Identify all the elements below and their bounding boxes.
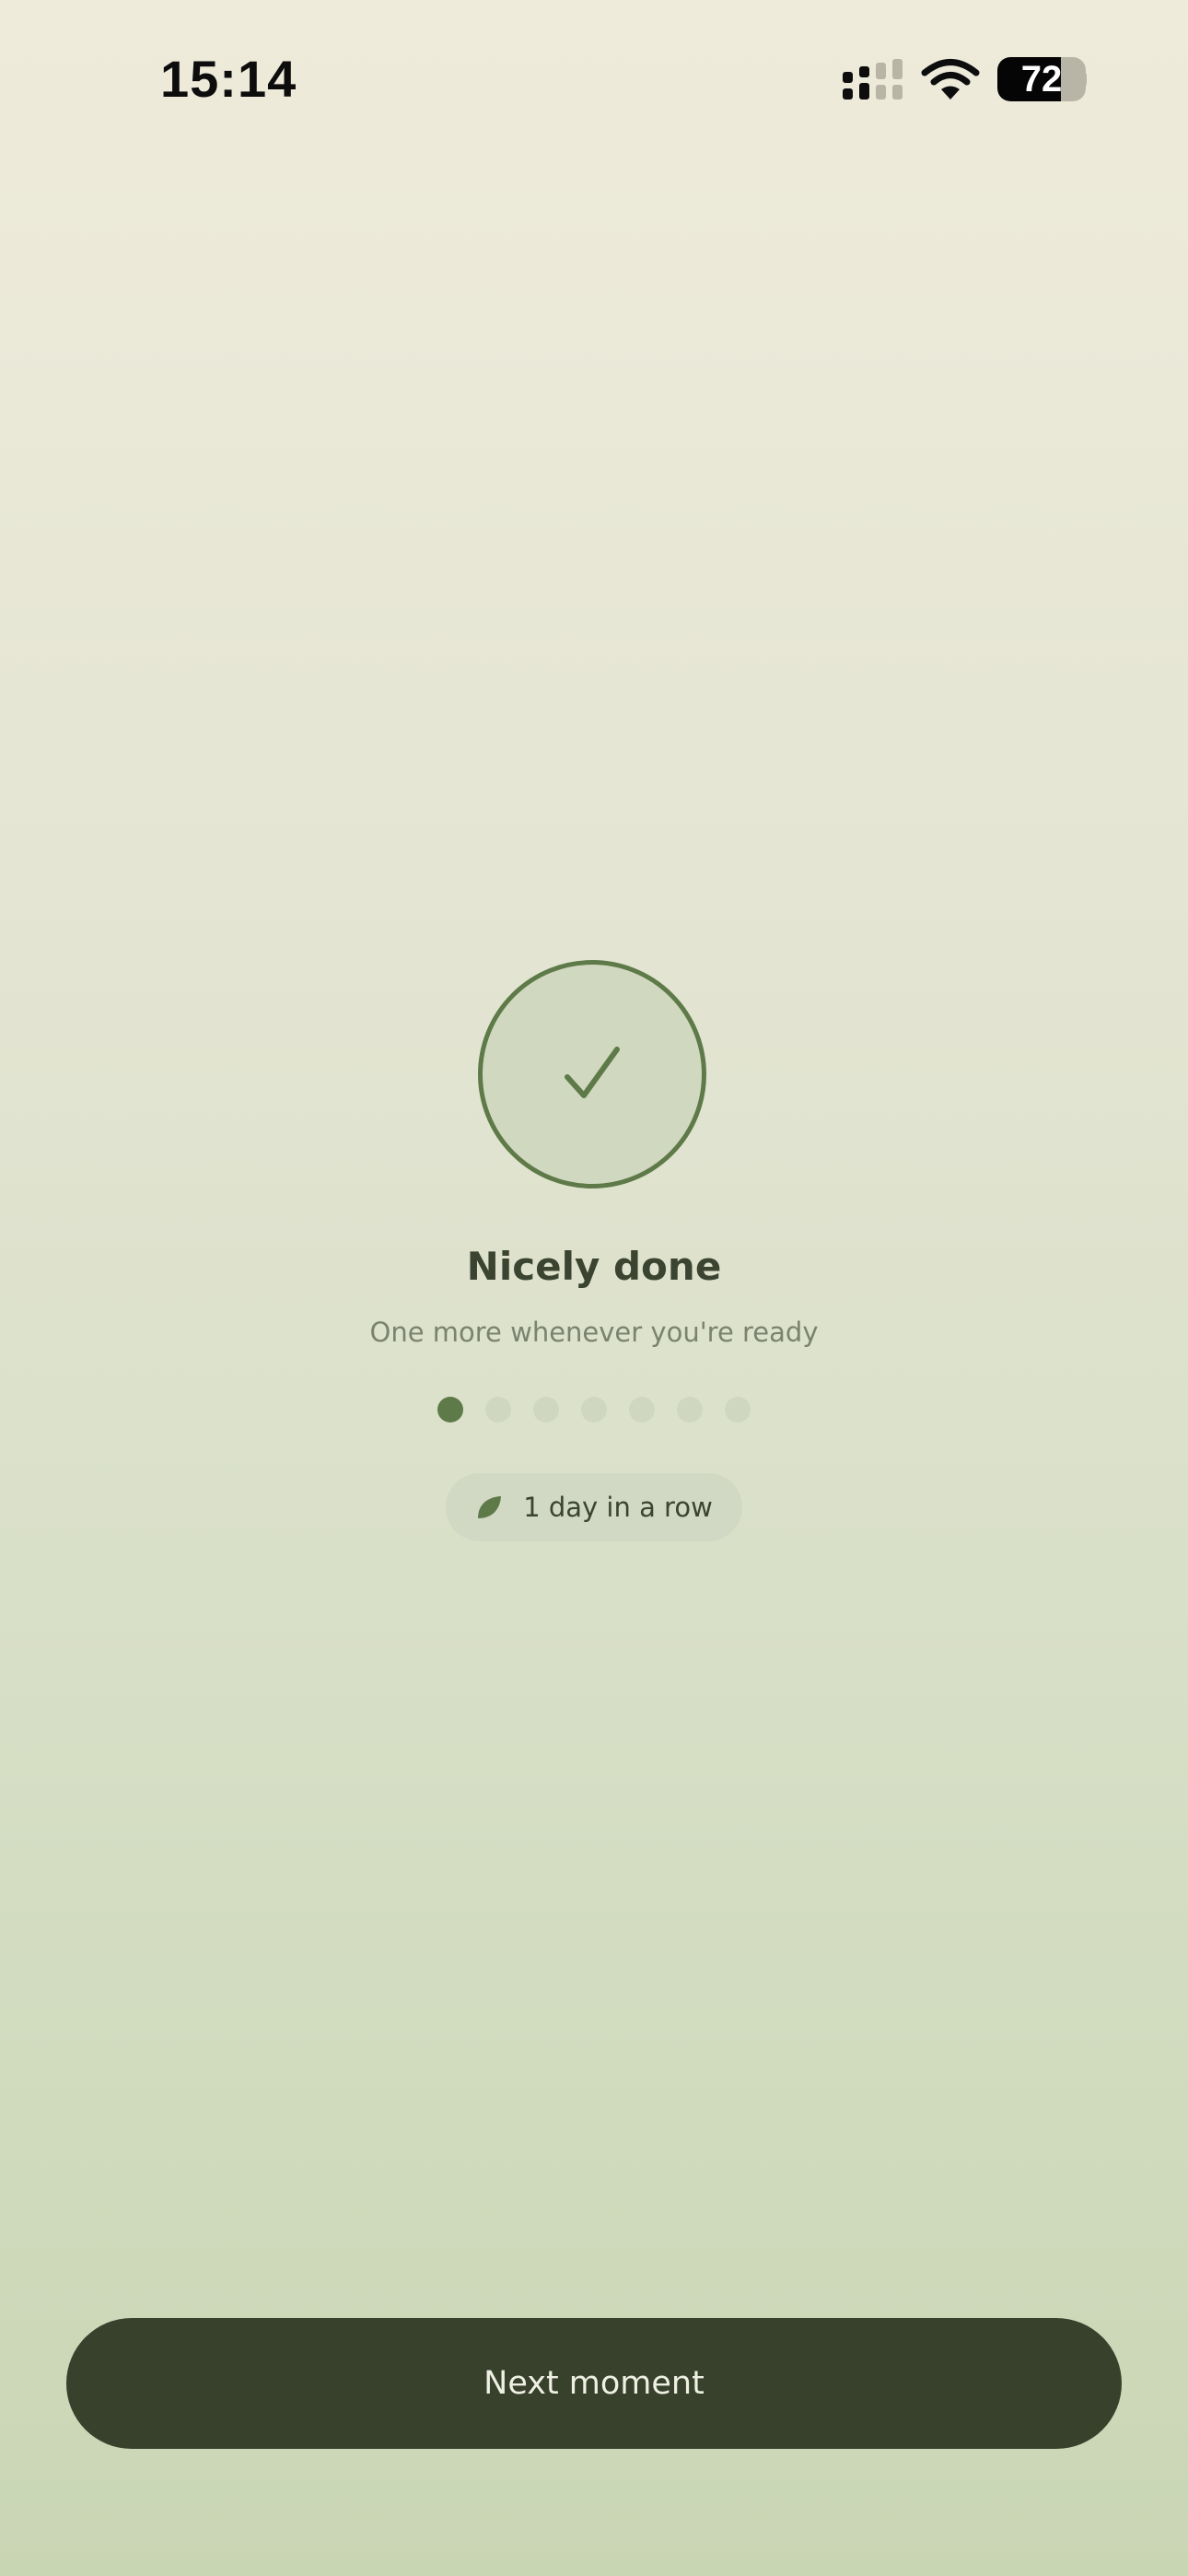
battery-cap [1079,71,1087,88]
progress-dot [629,1397,655,1423]
battery-level: 72 [1020,59,1063,100]
progress-dot [533,1397,559,1423]
leaf-icon [478,1496,502,1518]
status-time: 15:14 [160,50,297,108]
wifi-icon [921,59,980,100]
progress-dot-complete [437,1397,463,1423]
streak-label: 1 day in a row [523,1492,713,1523]
streak-badge: 1 day in a row [446,1473,742,1541]
cellular-signal-icon [843,59,903,100]
progress-dots [0,1397,1188,1424]
completion-subtitle: One more whenever you're ready [369,1317,819,1348]
status-bar: 15:14 72 [0,0,1188,157]
completion-title: Nicely done [466,1244,722,1289]
progress-dot [581,1397,607,1423]
progress-dot [485,1397,511,1423]
progress-dot [677,1397,703,1423]
next-moment-button[interactable]: Next moment [66,2318,1122,2449]
checkmark-icon [565,1047,620,1098]
completion-badge [478,960,706,1188]
battery-icon: 72 [997,57,1086,101]
progress-dot [725,1397,751,1423]
